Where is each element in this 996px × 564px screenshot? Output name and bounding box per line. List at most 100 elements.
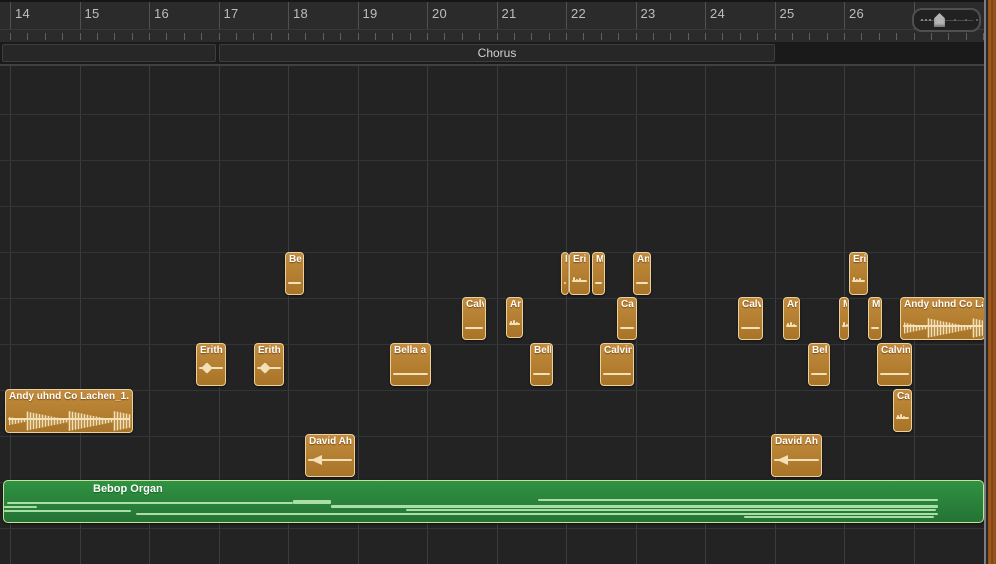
audio-region[interactable]: An — [633, 252, 651, 295]
beat-tick — [705, 33, 706, 40]
beat-tick — [288, 33, 289, 40]
audio-region[interactable]: Calvin — [600, 343, 634, 386]
arrangement-marker[interactable] — [2, 44, 216, 62]
audio-region[interactable]: David Ah — [771, 434, 822, 477]
region-name: Bella — [534, 345, 551, 356]
beat-tick — [914, 33, 915, 40]
beat-tick — [45, 33, 46, 40]
audio-region[interactable]: Bella — [530, 343, 553, 386]
beat-tick — [688, 33, 689, 40]
beat-tick — [271, 33, 272, 40]
beat-tick — [444, 33, 445, 40]
audio-region[interactable]: M — [561, 252, 569, 295]
track-lane-divider — [0, 114, 996, 115]
audio-region[interactable]: M — [868, 297, 882, 340]
audio-region[interactable]: Ar — [506, 297, 523, 338]
bar-gridline — [358, 2, 359, 29]
audio-region[interactable]: Calv — [738, 297, 763, 340]
region-name: Calvin — [881, 345, 910, 356]
beat-tick — [375, 33, 376, 40]
zoom-slider-tick — [954, 19, 956, 21]
midi-note[interactable] — [538, 499, 938, 501]
region-name: Eri — [853, 254, 866, 265]
audio-region[interactable]: Bella a — [390, 343, 431, 386]
waveform-peak-icon — [853, 277, 855, 282]
midi-note[interactable] — [293, 500, 331, 504]
audio-region[interactable]: M — [839, 297, 849, 340]
audio-region[interactable]: Eri — [569, 252, 590, 295]
track-lane-divider — [0, 528, 996, 529]
daw-arrange-window: 1415161718192021222324252627 Chorus BeME… — [0, 0, 996, 564]
waveform-peak-icon — [843, 322, 845, 327]
tracks-area[interactable]: BeMEriMAnEriCalvArCaCalvArMMAndy uhnd Co… — [0, 66, 996, 564]
beat-tick — [896, 33, 897, 40]
region-name: Erith — [258, 345, 282, 356]
bar-number: 15 — [85, 6, 100, 21]
audio-region[interactable]: Ar — [783, 297, 800, 340]
beat-tick — [149, 33, 150, 40]
audio-region[interactable]: Andy uhnd Co Lachen_1. — [5, 389, 133, 433]
beat-tick — [740, 33, 741, 40]
beat-tick — [305, 33, 306, 40]
audio-region[interactable]: M — [592, 252, 605, 295]
waveform-icon — [811, 373, 827, 375]
region-name: Eri — [573, 254, 588, 265]
midi-note[interactable] — [136, 513, 938, 515]
audio-region[interactable]: Calvin — [877, 343, 912, 386]
waveform-peak-icon — [846, 324, 848, 327]
waveform-peak-icon — [259, 362, 270, 373]
beat-tick — [601, 33, 602, 40]
zoom-slider-handle-icon[interactable] — [934, 13, 945, 27]
beat-tick — [323, 33, 324, 40]
midi-note[interactable] — [331, 505, 938, 508]
audio-region[interactable]: Ca — [893, 389, 912, 432]
region-name: Bell — [812, 345, 828, 356]
waveform-peak-icon — [573, 277, 575, 282]
bar-number: 17 — [224, 6, 239, 21]
midi-note[interactable] — [7, 502, 293, 504]
bar-number: 24 — [710, 6, 725, 21]
zoom-slider-tick — [929, 19, 931, 21]
midi-note[interactable] — [744, 516, 934, 518]
audio-region[interactable]: Erith — [196, 343, 226, 386]
midi-region[interactable]: Bebop Organ — [3, 480, 984, 523]
waveform-peak-icon — [510, 321, 512, 325]
bar-gridline — [844, 2, 845, 29]
waveform-peak-icon — [201, 362, 212, 373]
audio-region[interactable]: Ca — [617, 297, 637, 340]
midi-note[interactable] — [4, 510, 131, 512]
waveform-icon — [393, 373, 428, 375]
beat-tick — [62, 33, 63, 40]
region-name: An — [637, 254, 649, 265]
beat-tick — [10, 33, 11, 40]
bar-gridline — [497, 2, 498, 29]
waveform-icon — [288, 282, 301, 284]
beat-tick — [201, 33, 202, 40]
audio-region[interactable]: Eri — [849, 252, 868, 295]
audio-region[interactable]: Andy uhnd Co La — [900, 297, 985, 340]
region-name: David Ah — [309, 436, 353, 447]
waveform-peak-icon — [513, 320, 515, 325]
region-name: Calv — [742, 299, 761, 310]
midi-note[interactable] — [406, 509, 936, 511]
bar-gridline — [219, 2, 220, 29]
arrangement-marker-chorus[interactable]: Chorus — [219, 44, 775, 62]
waveform-icon — [871, 327, 879, 329]
bar-number: 20 — [432, 6, 447, 21]
audio-region[interactable]: Bell — [808, 343, 830, 386]
track-lane-divider — [0, 252, 996, 253]
audio-region[interactable]: Erith — [254, 343, 284, 386]
bar-gridline — [566, 2, 567, 29]
region-name: Ar — [787, 299, 798, 310]
audio-region[interactable]: Be — [285, 252, 304, 295]
beat-tick — [583, 33, 584, 40]
audio-region[interactable]: David Ah — [305, 434, 355, 477]
midi-note[interactable] — [4, 506, 37, 508]
waveform-peak-icon — [516, 322, 518, 325]
audio-region[interactable]: Calv — [462, 297, 486, 340]
zoom-slider[interactable] — [912, 8, 981, 32]
beat-tick — [114, 33, 115, 40]
bar-ruler[interactable]: 1415161718192021222324252627 — [0, 0, 996, 42]
beat-tick — [549, 33, 550, 40]
beat-tick — [219, 33, 220, 40]
